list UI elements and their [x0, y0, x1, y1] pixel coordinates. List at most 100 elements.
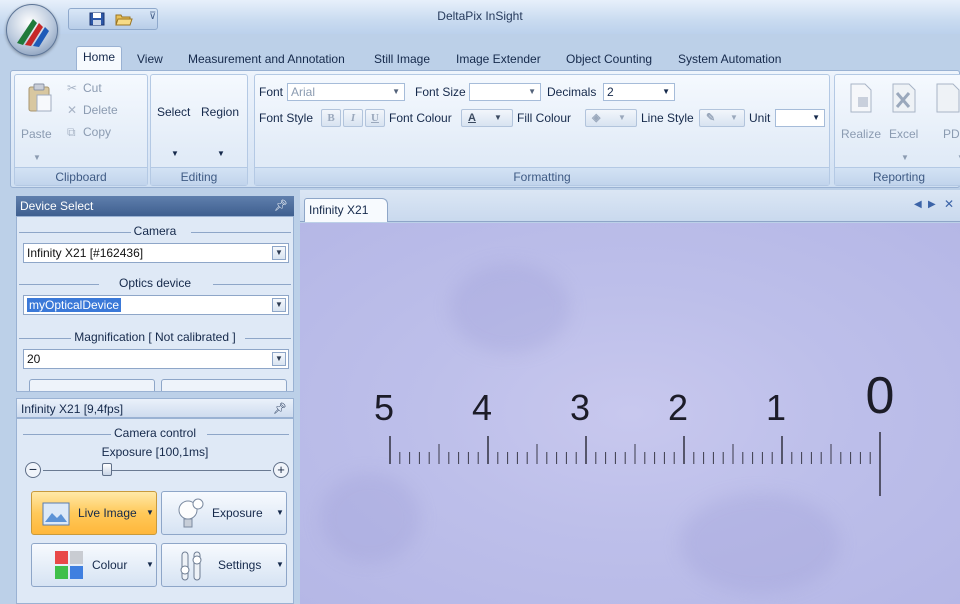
realize-button[interactable]: Realize — [839, 79, 883, 161]
close-icon[interactable]: ✕ — [944, 197, 954, 211]
select-dropdown-icon: ▼ — [171, 149, 179, 158]
reporting-group: Realize Excel ▼ PD ▼ Reporting — [834, 74, 960, 186]
magnification-legend: Magnification [ Not calibrated ] — [74, 330, 236, 344]
camera-value: Infinity X21 [#162436] — [27, 246, 144, 260]
scroll-left-icon[interactable]: ◀ — [914, 199, 922, 210]
paste-dropdown-icon: ▼ — [33, 153, 41, 162]
live-image-viewport[interactable]: 5 4 3 2 1 0 — [300, 223, 960, 604]
font-colour-button[interactable]: A ▼ — [461, 109, 513, 127]
calibration-button[interactable] — [161, 379, 287, 391]
pin-icon[interactable]: 📌︎ — [274, 196, 288, 216]
copy-icon: ⧉ — [67, 125, 76, 139]
paste-button[interactable]: Paste ▼ — [19, 79, 59, 162]
application-menu-button[interactable] — [6, 4, 58, 56]
slider-thumb[interactable] — [101, 463, 112, 476]
reporting-group-label: Reporting — [835, 167, 960, 185]
zoom-minus-icon[interactable]: − — [25, 462, 41, 478]
exposure-label: Exposure — [212, 506, 263, 520]
colour-channels-icon — [55, 551, 83, 579]
magnification-value: 20 — [27, 352, 41, 366]
decimals-combobox[interactable]: 2 ▼ — [603, 83, 675, 101]
chevron-down-icon: ▼ — [730, 113, 738, 122]
editing-group: Select ▼ Region ▼ Editing — [150, 74, 248, 186]
italic-button[interactable]: I — [343, 109, 363, 127]
camera-select[interactable]: Infinity X21 [#162436] ▼ — [23, 243, 289, 263]
magnification-select[interactable]: 20 ▼ — [23, 349, 289, 369]
paste-label: Paste — [21, 127, 52, 141]
optics-value: myOpticalDevice — [27, 298, 122, 312]
region-label: Region — [201, 105, 240, 119]
divider — [191, 232, 291, 233]
camera-control-legend: Camera control — [113, 426, 197, 440]
chevron-down-icon: ▼ — [618, 113, 626, 122]
ruler-graphic: 5 4 3 2 1 0 — [374, 367, 895, 496]
device-select-header: Device Select 📌︎ — [16, 196, 294, 216]
tab-home[interactable]: Home — [76, 46, 123, 71]
font-value: Arial — [291, 85, 316, 99]
scroll-right-icon[interactable]: ▶ — [928, 199, 936, 210]
divider — [245, 338, 291, 339]
paste-icon — [28, 83, 52, 112]
paint-bucket-icon: ◈ — [592, 112, 601, 124]
document-tab-infinity-x21[interactable]: Infinity X21 — [304, 198, 388, 222]
camera-panel-body: Camera control Exposure [100,1ms] − + Li… — [16, 418, 294, 604]
app-title: DeltaPix InSight — [437, 9, 523, 23]
font-size-label: Font Size — [415, 85, 466, 99]
decimals-value: 2 — [607, 85, 614, 99]
bold-button[interactable]: B — [321, 109, 341, 127]
delete-label: Delete — [83, 103, 118, 117]
settings-button[interactable]: Settings ▼ — [161, 543, 287, 587]
chevron-down-icon: ▼ — [272, 352, 286, 366]
lightbulb-icon — [178, 498, 204, 528]
region-button[interactable]: Region ▼ — [199, 105, 245, 159]
device-select-title: Device Select — [20, 199, 94, 213]
line-style-label: Line Style — [641, 111, 694, 125]
deltapix-logo-icon — [17, 19, 49, 47]
realize-document-icon — [850, 83, 872, 113]
chevron-down-icon: ▼ — [276, 508, 284, 517]
optics-select[interactable]: myOpticalDevice ▼ — [23, 295, 289, 315]
divider — [213, 284, 291, 285]
region-dropdown-icon: ▼ — [217, 149, 225, 158]
clipboard-group: Paste ▼ ✂ Cut ✕ Delete ⧉ Copy Clipboard — [14, 74, 148, 186]
select-button[interactable]: Select ▼ — [155, 105, 197, 159]
pdf-button[interactable]: PD ▼ — [929, 79, 960, 161]
excel-dropdown-icon: ▼ — [901, 153, 909, 162]
font-combobox[interactable]: Arial ▼ — [287, 83, 405, 101]
scissors-icon: ✂ — [67, 81, 78, 95]
calibration-button[interactable] — [29, 379, 155, 391]
optics-legend: Optics device — [118, 276, 192, 290]
fill-colour-button[interactable]: ◈ ▼ — [585, 109, 637, 127]
zoom-plus-icon[interactable]: + — [273, 462, 289, 478]
device-select-body: Camera Infinity X21 [#162436] ▼ Optics d… — [16, 216, 294, 392]
select-label: Select — [157, 105, 191, 119]
excel-label: Excel — [889, 127, 919, 141]
ribbon: Paste ▼ ✂ Cut ✕ Delete ⧉ Copy Clipboard … — [10, 70, 960, 188]
fill-colour-label: Fill Colour — [517, 111, 572, 125]
excel-button[interactable]: Excel ▼ — [885, 79, 925, 162]
live-image-button[interactable]: Live Image ▼ — [31, 491, 157, 535]
colour-button[interactable]: Colour ▼ — [31, 543, 157, 587]
live-image-icon — [42, 502, 70, 526]
font-size-combobox[interactable]: ▼ — [469, 83, 541, 101]
cut-button[interactable]: ✂ Cut — [67, 81, 127, 97]
underline-button[interactable]: U — [365, 109, 385, 127]
camera-panel-header: Infinity X21 [9,4fps] 📌︎ — [16, 398, 294, 418]
exposure-slider[interactable]: − + — [25, 461, 289, 479]
font-label: Font — [259, 85, 284, 99]
pdf-icon — [936, 83, 960, 113]
delete-button[interactable]: ✕ Delete — [67, 103, 137, 119]
ruler-number: 0 — [866, 367, 895, 425]
font-style-label: Font Style — [259, 111, 314, 125]
exposure-button[interactable]: Exposure ▼ — [161, 491, 287, 535]
formatting-group-label: Formatting — [255, 167, 829, 185]
unit-combobox[interactable]: ▼ — [775, 109, 825, 127]
ruler-number: 5 — [374, 387, 394, 428]
chevron-down-icon: ▼ — [276, 560, 284, 569]
pin-icon[interactable]: 📌︎ — [273, 399, 287, 419]
delete-x-icon: ✕ — [67, 103, 78, 117]
chevron-down-icon: ▼ — [662, 87, 670, 96]
line-style-button[interactable]: ✎ ▼ — [699, 109, 745, 127]
realize-label: Realize — [841, 127, 882, 141]
copy-button[interactable]: ⧉ Copy — [67, 125, 137, 141]
